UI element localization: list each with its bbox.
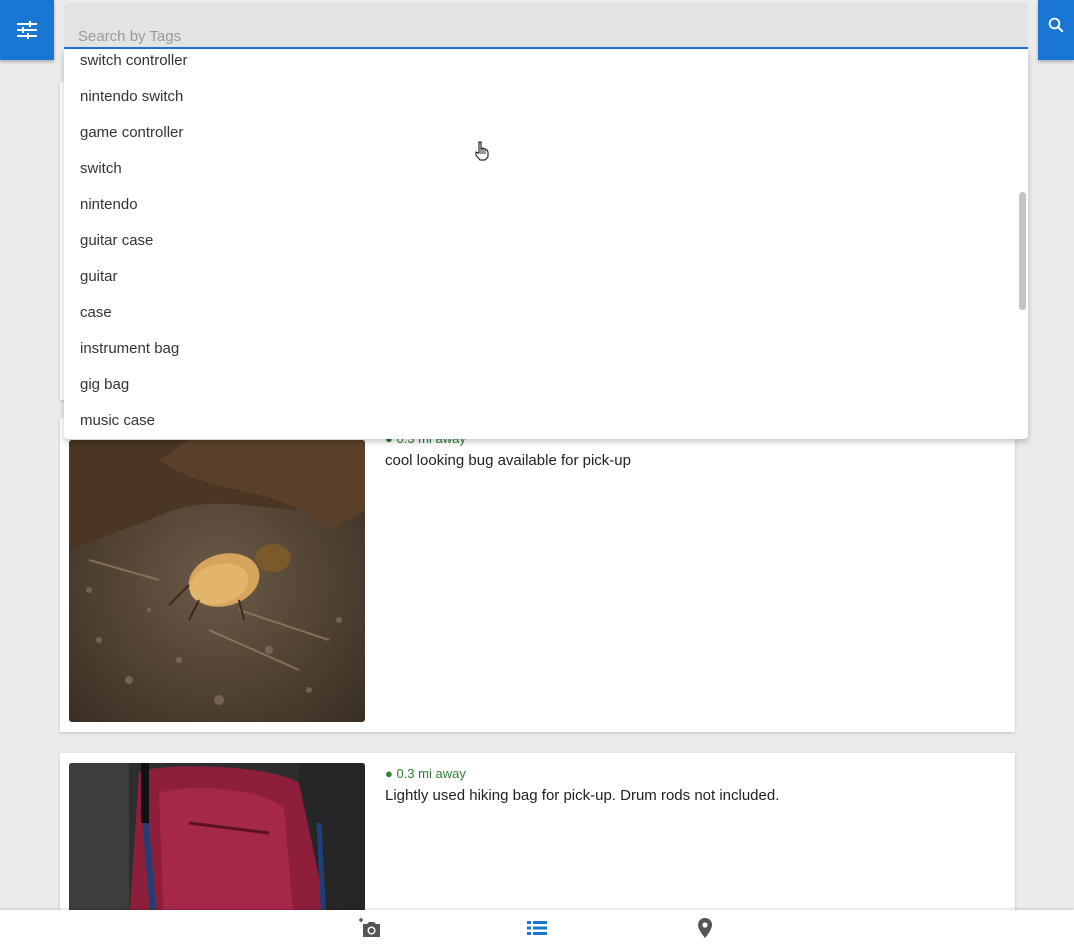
suggestion-item[interactable]: game controller — [64, 121, 1028, 157]
suggestion-item[interactable]: switch — [64, 157, 1028, 193]
suggestion-item[interactable]: nintendo — [64, 193, 1028, 229]
listing-card[interactable]: ● 0.3 mi away cool looking bug available… — [60, 418, 1015, 732]
hand-cursor-icon — [474, 141, 490, 166]
suggestion-item[interactable]: switch controller — [64, 49, 1028, 85]
location-pin-icon — [698, 918, 712, 938]
search-field[interactable] — [64, 3, 1028, 49]
search-icon — [1048, 17, 1064, 33]
suggestion-item[interactable]: guitar — [64, 265, 1028, 301]
suggestion-item[interactable]: music case — [64, 409, 1028, 439]
suggestion-item[interactable]: guitar case — [64, 229, 1028, 265]
dropdown-scrollbar[interactable] — [1019, 192, 1026, 310]
listing-description: cool looking bug available for pick-up — [385, 452, 631, 469]
backpack-photo-image — [69, 763, 365, 923]
listing-photo[interactable] — [69, 763, 365, 923]
filter-button[interactable] — [0, 0, 54, 60]
bug-photo-image — [69, 440, 365, 722]
add-photo-icon — [359, 918, 380, 937]
listing-distance: ● 0.3 mi away — [385, 766, 466, 781]
listing-card[interactable]: ● 0.3 mi away Lightly used hiking bag fo… — [60, 753, 1015, 933]
post-photo-button[interactable] — [357, 916, 383, 940]
map-view-button[interactable] — [692, 916, 718, 940]
listing-photo[interactable] — [69, 440, 365, 722]
tune-icon — [17, 21, 37, 39]
suggestion-item[interactable]: instrument bag — [64, 337, 1028, 373]
bottom-navigation — [0, 910, 1074, 944]
listing-description: Lightly used hiking bag for pick-up. Dru… — [385, 787, 780, 804]
list-view-button[interactable] — [524, 916, 550, 940]
search-button[interactable] — [1038, 0, 1074, 60]
search-input[interactable] — [76, 23, 1010, 49]
suggestion-item[interactable]: gig bag — [64, 373, 1028, 409]
list-icon — [527, 921, 547, 935]
tag-suggestions-dropdown[interactable]: switch controller nintendo switch game c… — [64, 49, 1028, 439]
suggestion-item[interactable]: case — [64, 301, 1028, 337]
suggestion-item[interactable]: nintendo switch — [64, 85, 1028, 121]
